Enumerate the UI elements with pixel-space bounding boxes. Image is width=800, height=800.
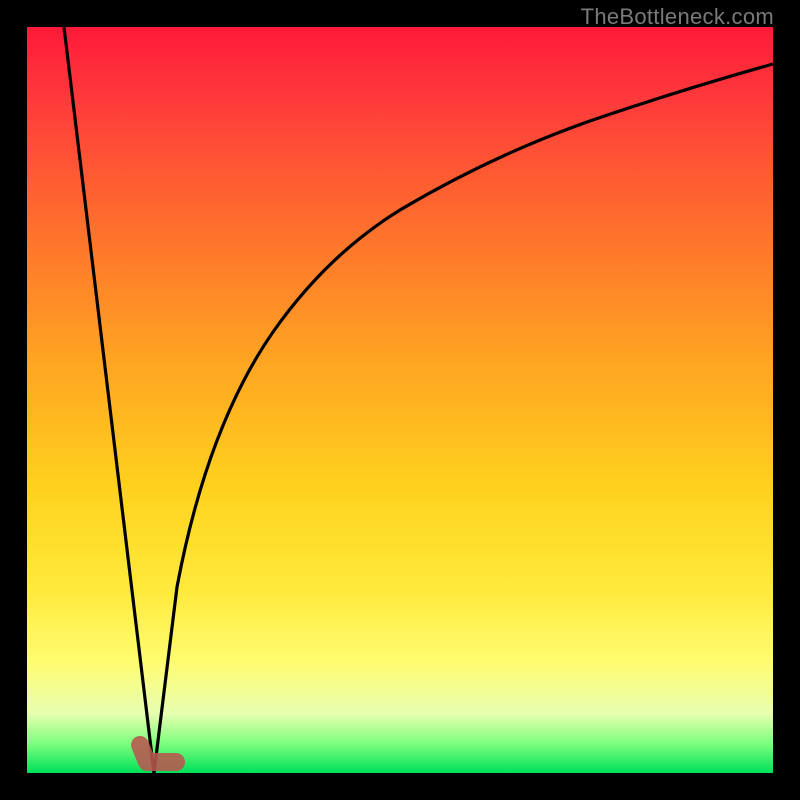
chart-svg [27,27,773,773]
chart-plot-area [27,27,773,773]
curve-right-branch [154,64,773,773]
watermark-text: TheBottleneck.com [581,4,774,30]
curve-left-branch [64,27,154,773]
